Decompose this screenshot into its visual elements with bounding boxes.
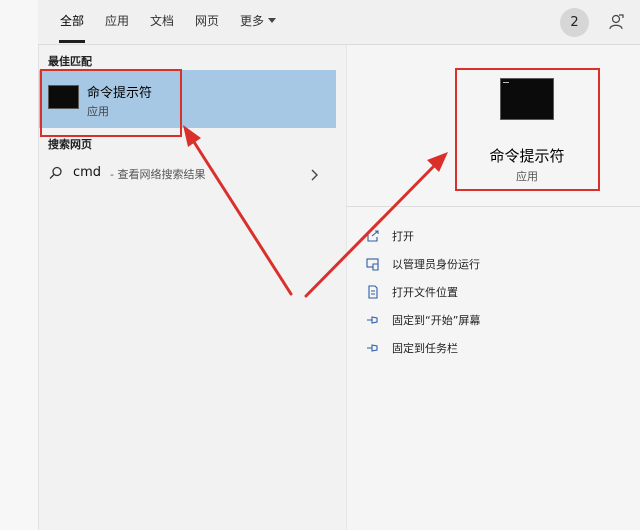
annotation-arrows: [183, 125, 448, 298]
arrow-to-details: [304, 164, 436, 298]
arrowhead-best-match: [183, 125, 201, 147]
arrow-to-best-match: [192, 140, 293, 296]
